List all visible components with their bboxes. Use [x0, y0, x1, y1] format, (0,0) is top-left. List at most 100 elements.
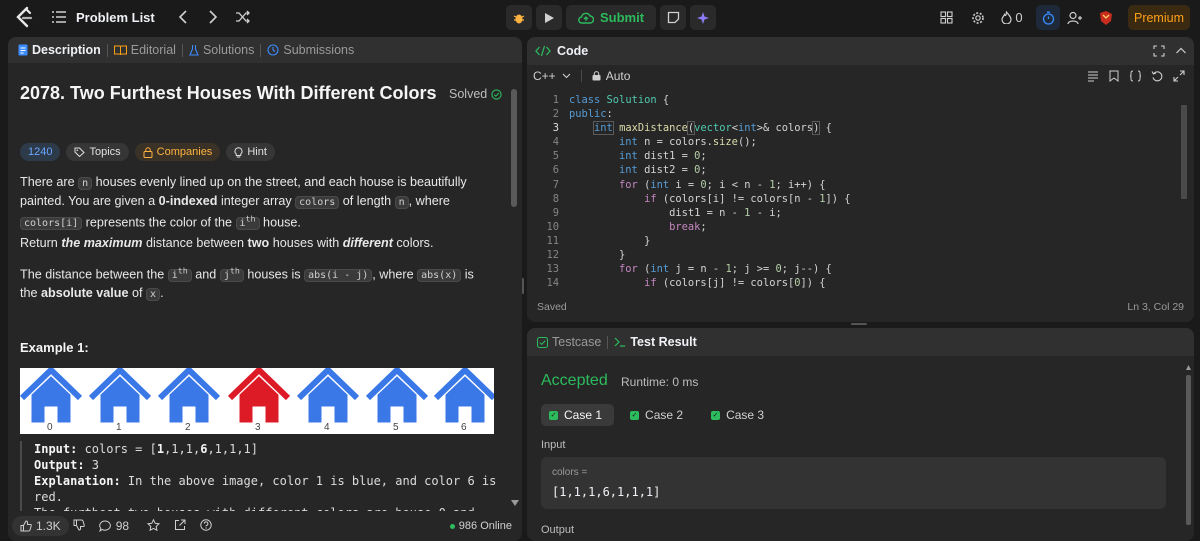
hint-chip[interactable]: Hint	[226, 143, 275, 161]
tab-divider	[607, 335, 609, 349]
case-1-tab[interactable]: ✓ Case 1	[541, 404, 615, 426]
user-avatar[interactable]	[1096, 5, 1116, 30]
submit-button[interactable]: Submit	[566, 5, 656, 30]
case-1-label: Case 1	[564, 408, 603, 422]
editor-toolbar: C++ Auto	[527, 65, 1194, 87]
help-button[interactable]	[200, 518, 212, 534]
share-button[interactable]	[174, 519, 186, 534]
test-case-tabs: ✓ Case 1 ✓ Case 2 ✓ Case 3	[541, 404, 776, 426]
code-tabbar: Code	[527, 37, 1194, 65]
reset-code-button[interactable]	[1151, 70, 1163, 85]
comments-button[interactable]: 98	[98, 519, 129, 533]
topics-label: Topics	[89, 146, 121, 158]
check-circle-icon	[491, 88, 502, 100]
house-index-label: 5	[393, 422, 399, 433]
topics-chip[interactable]: Topics	[66, 143, 129, 161]
problem-title: 2078. Two Furthest Houses With Different…	[20, 83, 437, 103]
favorite-button[interactable]	[146, 518, 161, 534]
case-2-label: Case 2	[645, 408, 684, 422]
tab-solutions[interactable]: Solutions	[189, 43, 254, 57]
house-index-label: 2	[185, 422, 191, 433]
save-status: Saved	[537, 301, 567, 313]
mode-label: Auto	[605, 69, 631, 83]
timer-button[interactable]	[1036, 5, 1060, 30]
user-add-icon	[1067, 11, 1082, 24]
maximize-button[interactable]	[1153, 45, 1165, 60]
debug-button[interactable]	[506, 5, 532, 30]
example-1-title: Example 1:	[20, 340, 89, 355]
code-scrollbar[interactable]	[1181, 105, 1187, 199]
list-icon[interactable]	[52, 11, 66, 23]
language-select[interactable]: C++	[533, 69, 571, 83]
input-section-label: Input	[541, 439, 566, 451]
run-toolbar: Submit	[506, 5, 716, 30]
description-scrollbar[interactable]	[511, 89, 517, 207]
example-explanation-line: Explanation: In the above image, color 1…	[34, 474, 497, 504]
panel-resize-handle[interactable]	[851, 323, 867, 325]
test-scrollbar[interactable]	[1186, 342, 1191, 537]
problem-number-chip[interactable]: 1240	[20, 143, 61, 161]
expand-icon	[1153, 45, 1165, 57]
test-tabbar: Testcase Test Result	[527, 328, 1194, 356]
house-index-label: 1	[116, 422, 122, 433]
notes-button[interactable]	[660, 5, 686, 30]
run-button[interactable]	[536, 5, 562, 30]
streak-counter[interactable]: 0	[998, 5, 1026, 30]
bookmark-button[interactable]	[1109, 70, 1119, 85]
dislike-button[interactable]	[73, 519, 85, 534]
comment-icon	[98, 520, 111, 532]
lock-icon	[592, 71, 601, 81]
tab-editorial[interactable]: Editorial	[113, 43, 176, 57]
line-number: 10	[546, 220, 559, 233]
tag-icon	[74, 147, 86, 157]
ai-assistant-button[interactable]	[690, 5, 716, 30]
line-number: 11	[546, 234, 559, 247]
tab-code-label[interactable]: Code	[557, 44, 588, 58]
tab-testcase[interactable]: Testcase	[537, 335, 601, 349]
verdict-status: Accepted	[541, 372, 608, 389]
autocomplete-mode[interactable]: Auto	[592, 69, 631, 83]
stopwatch-icon	[1042, 11, 1054, 25]
prev-problem-button[interactable]	[171, 5, 195, 29]
line-number: 8	[552, 192, 559, 205]
tab-submissions[interactable]: Submissions	[267, 43, 354, 57]
output-section-label: Output	[541, 524, 575, 536]
line-number: 4	[552, 136, 559, 149]
fullscreen-button[interactable]	[1173, 70, 1185, 85]
gear-icon	[972, 11, 984, 24]
scroll-down-arrow-icon[interactable]	[511, 500, 519, 506]
variable-value: [1,1,1,6,1,1,1]	[552, 485, 661, 499]
tab-editorial-label: Editorial	[130, 43, 176, 57]
code-content[interactable]: class Solution { public: int maxDistance…	[569, 93, 851, 290]
question-circle-icon	[200, 518, 212, 531]
tab-test-result[interactable]: Test Result	[614, 335, 697, 349]
problem-list-link[interactable]: Problem List	[76, 10, 155, 25]
cloud-upload-icon	[578, 12, 594, 24]
leetcode-logo-icon[interactable]	[14, 6, 34, 28]
companies-chip[interactable]: Companies	[134, 143, 221, 161]
vertical-resize-handle[interactable]	[522, 278, 524, 294]
tab-description[interactable]: Description	[18, 43, 101, 57]
braces-button[interactable]	[1129, 70, 1142, 85]
hint-label: Hint	[247, 146, 267, 158]
random-problem-button[interactable]	[231, 5, 255, 29]
premium-button[interactable]: Premium	[1128, 5, 1190, 30]
line-number: 12	[546, 249, 559, 262]
house-icon	[299, 370, 357, 422]
like-button[interactable]: 1.3K	[12, 516, 69, 536]
collapse-button[interactable]	[1175, 45, 1187, 60]
format-button[interactable]	[1087, 70, 1099, 85]
case-3-tab[interactable]: ✓ Case 3	[703, 404, 776, 426]
settings-button[interactable]	[968, 5, 988, 30]
tab-solutions-label: Solutions	[202, 43, 255, 57]
house-index-label: 6	[461, 422, 467, 433]
case-2-tab[interactable]: ✓ Case 2	[622, 404, 695, 426]
next-problem-button[interactable]	[201, 5, 225, 29]
solved-status: Solved	[449, 87, 502, 101]
avatar-icon	[1100, 10, 1112, 25]
toolbar-divider	[580, 70, 582, 82]
lock-icon	[143, 146, 153, 158]
align-icon	[1088, 71, 1098, 82]
layout-button[interactable]	[936, 5, 956, 30]
add-friend-button[interactable]	[1064, 5, 1086, 30]
